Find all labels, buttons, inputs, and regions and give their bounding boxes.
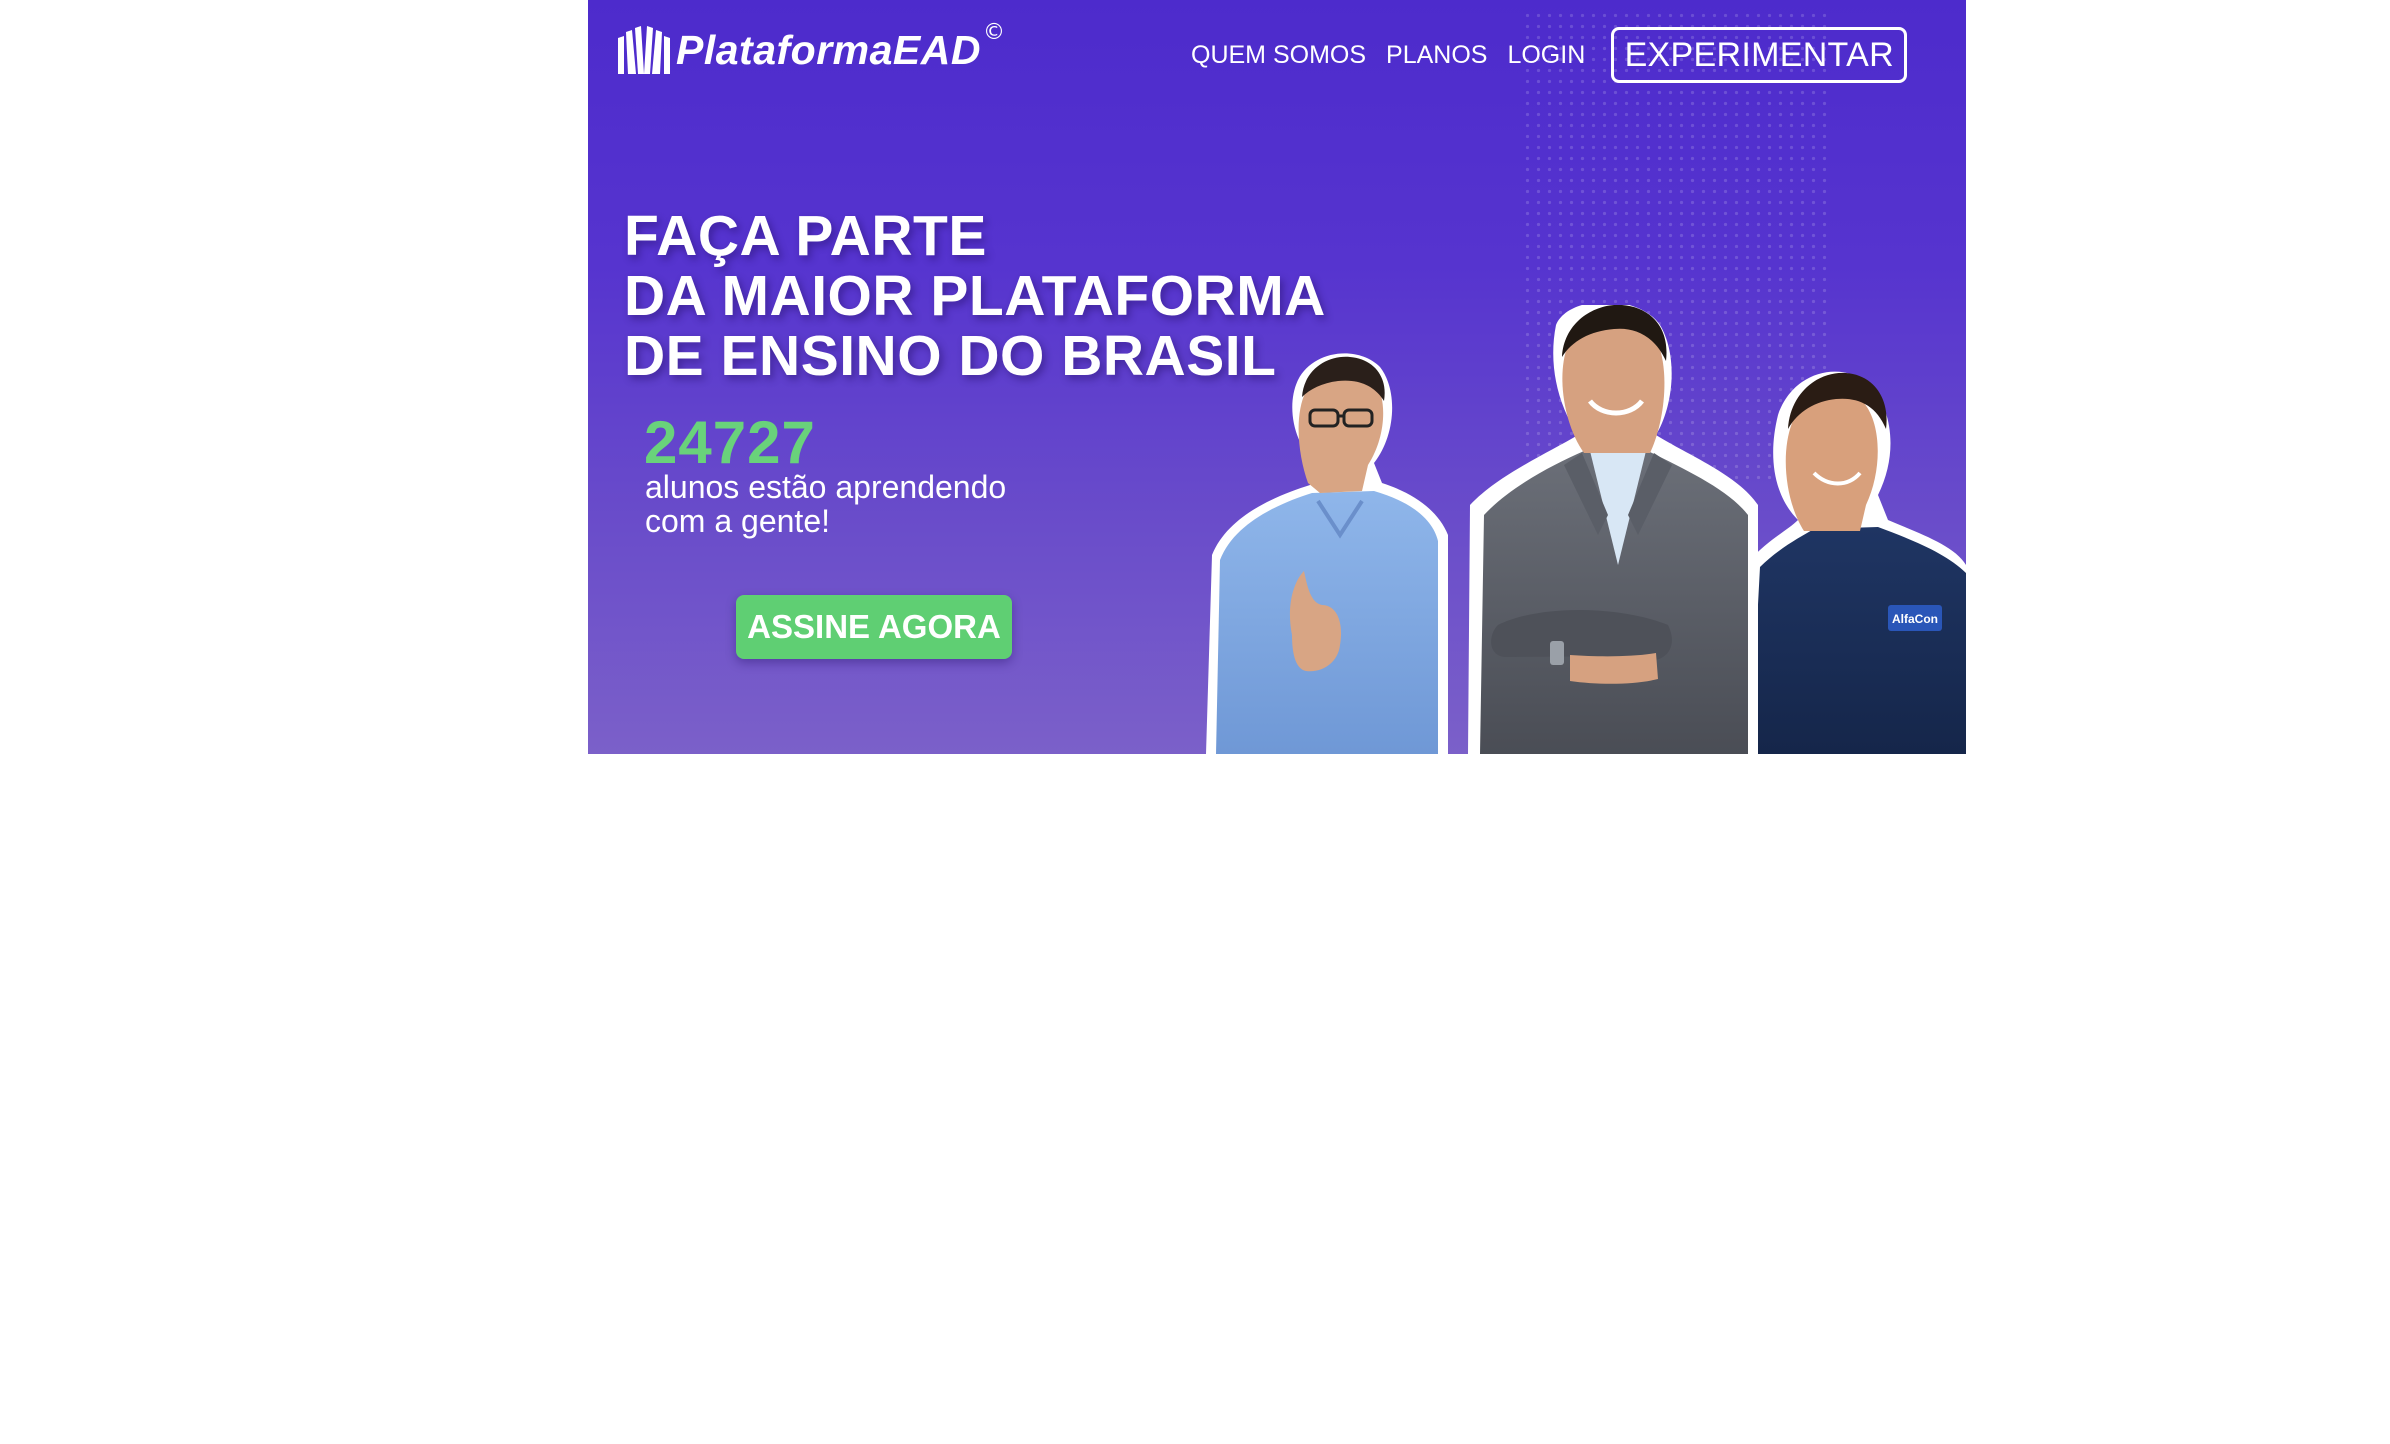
instructors-photo: AlfaCon <box>1206 305 1966 754</box>
nav-link-quem-somos[interactable]: QUEM SOMOS <box>1191 41 1366 70</box>
open-book-icon <box>618 26 670 74</box>
main-nav: QUEM SOMOS PLANOS LOGIN EXPERIMENTAR <box>1191 24 1908 86</box>
counter-caption: alunos estão aprendendo com a gente! <box>645 470 1006 538</box>
watch-icon <box>1550 641 1564 665</box>
experimentar-button[interactable]: EXPERIMENTAR <box>1611 27 1908 83</box>
student-counter: 24727 <box>644 409 816 476</box>
nav-link-planos[interactable]: PLANOS <box>1386 41 1487 70</box>
counter-caption-line: com a gente! <box>645 503 830 539</box>
copyright-mark: © <box>982 19 1005 45</box>
counter-caption-line: alunos estão aprendendo <box>645 469 1007 505</box>
assine-agora-button[interactable]: ASSINE AGORA <box>736 595 1012 659</box>
nav-link-login[interactable]: LOGIN <box>1507 41 1585 70</box>
headline-line: FAÇA PARTE <box>624 204 987 268</box>
hero-banner: PlataformaEAD © QUEM SOMOS PLANOS LOGIN … <box>588 0 1966 754</box>
logo-text: PlataformaEAD <box>676 26 981 73</box>
badge-label: AlfaCon <box>1892 612 1938 626</box>
site-logo[interactable]: PlataformaEAD © <box>616 19 1005 78</box>
